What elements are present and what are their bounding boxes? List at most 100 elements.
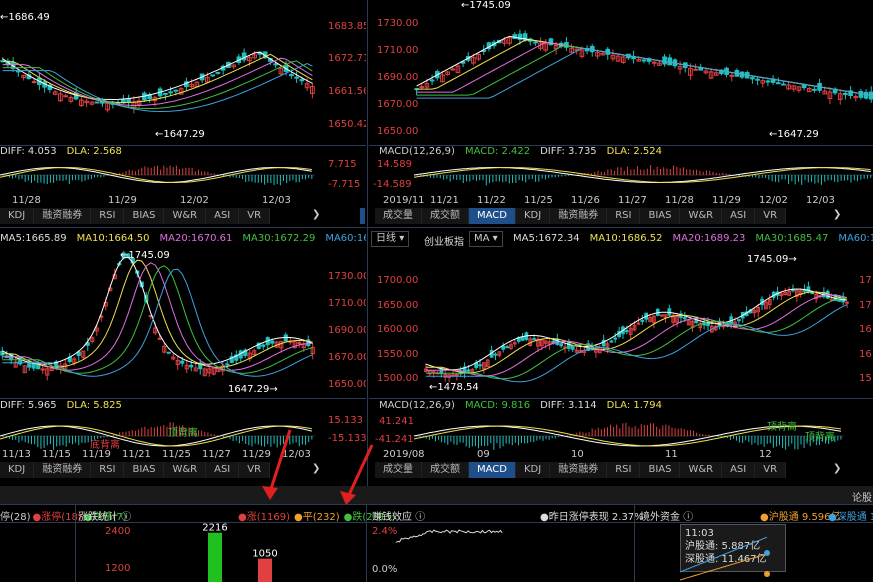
indicator-tab[interactable]: 融资融券 xyxy=(550,462,608,478)
indicator-tab[interactable]: ASI xyxy=(206,208,240,224)
indicator-tab[interactable]: RSI xyxy=(607,208,641,224)
indicator-tab[interactable]: KDJ xyxy=(0,208,35,224)
indicator-tab[interactable]: VR xyxy=(755,462,787,478)
indicator-tab[interactable]: ASI xyxy=(206,462,240,478)
y-tick: 1710.00 xyxy=(377,45,419,56)
chevron-right-icon[interactable]: ❯ xyxy=(312,209,320,220)
discuss-link[interactable]: 论股 xyxy=(852,489,872,504)
candle xyxy=(682,317,687,320)
chevron-down-icon: ▾ xyxy=(492,233,498,244)
indicator-tab[interactable]: BIAS xyxy=(640,208,681,224)
indicator-tab[interactable]: VR xyxy=(755,208,787,224)
candle xyxy=(94,101,100,104)
indicator-tabs-tr: 成交量 成交额 MACD KDJ 融资融券 RSI BIAS W&R ASI VR xyxy=(375,208,787,224)
indicator-tab[interactable]: 成交量 xyxy=(375,208,422,224)
scroll-handle[interactable] xyxy=(360,208,365,224)
chevron-right-icon[interactable]: ❯ xyxy=(312,463,320,474)
chevron-right-icon[interactable]: ❯ xyxy=(833,463,841,474)
zt-performance: ●昨日涨停表现 2.37% xyxy=(540,512,644,523)
chart-panel-top-left[interactable]: 1683.85 1672.71 1661.56 1650.42 ←1686.49… xyxy=(0,0,366,226)
ma-line xyxy=(425,288,848,371)
indicator-tab[interactable]: KDJ xyxy=(515,462,551,478)
pct-tick: 0.0% xyxy=(372,564,398,575)
indicator-tab[interactable]: VR xyxy=(239,208,271,224)
candle xyxy=(667,57,673,66)
chevron-right-icon[interactable]: ❯ xyxy=(833,209,841,220)
indicator-tab[interactable]: BIAS xyxy=(124,462,165,478)
candle xyxy=(729,74,735,77)
ma-line xyxy=(2,256,313,365)
x-tick: 11/13 xyxy=(2,449,31,460)
indicator-tab[interactable]: KDJ xyxy=(0,462,35,478)
indicator-tab[interactable]: RSI xyxy=(91,462,125,478)
ma-line xyxy=(2,51,313,101)
macd-tick: -14.589 xyxy=(373,179,412,190)
updown-stat: ●平(232) xyxy=(293,512,340,523)
candle xyxy=(559,343,564,347)
indicator-tab[interactable]: W&R xyxy=(680,462,723,478)
candle xyxy=(810,292,815,295)
high-label: 1745.09→ xyxy=(747,254,797,265)
indicator-tab[interactable]: BIAS xyxy=(640,462,681,478)
ma-legend-mr: MA5:1672.34 MA10:1686.52 MA20:1689.23 MA30:… xyxy=(513,233,873,244)
indicator-tab[interactable]: KDJ xyxy=(515,208,551,224)
macd-tick: 15.133 xyxy=(328,415,363,426)
candle xyxy=(454,373,459,376)
y-tick-right: 16 xyxy=(859,324,872,335)
y-tick: 1700.00 xyxy=(377,275,419,286)
low-label: ←1647.29 xyxy=(155,129,205,140)
x-tick: 11/25 xyxy=(162,449,191,460)
indicator-tab[interactable]: 成交额 xyxy=(422,208,469,224)
y-tick: 1500.00 xyxy=(377,373,419,384)
indicator-tabs-ml: KDJ 融资融券 RSI BIAS W&R ASI VR xyxy=(0,462,271,478)
candle-area-tl xyxy=(0,48,315,114)
candle xyxy=(299,79,305,82)
candle xyxy=(189,364,194,368)
candle xyxy=(659,314,664,317)
macd-tick: -7.715 xyxy=(328,179,361,190)
indicator-select[interactable]: MA ▾ xyxy=(469,231,503,247)
indicator-tab[interactable]: RSI xyxy=(607,462,641,478)
y-tick: 1650.00 xyxy=(328,379,366,390)
indicator-tab[interactable]: 融资融券 xyxy=(34,462,92,478)
chart-panel-mid-left[interactable]: MA5:1665.89 MA10:1664.50 MA20:1670.61 MA30:… xyxy=(0,228,366,483)
indicator-tab[interactable]: W&R xyxy=(164,208,207,224)
indicator-tab[interactable]: MACD xyxy=(469,462,516,478)
indicator-tab[interactable]: ASI xyxy=(722,462,756,478)
indicator-tab[interactable]: 成交量 xyxy=(375,462,422,478)
indicator-tab[interactable]: W&R xyxy=(164,462,207,478)
ma-value: MA60:1684.66 xyxy=(325,233,366,244)
candle xyxy=(775,82,781,85)
indicator-tab[interactable]: RSI xyxy=(91,208,125,224)
profit-line-chart xyxy=(395,529,503,543)
indicator-tab[interactable]: 融资融券 xyxy=(550,208,608,224)
chart-panel-mid-right[interactable]: 日线 ▾ 创业板指 MA ▾ MA5:1672.34 MA10:1686.52 MA… xyxy=(369,228,873,483)
indicator-tab[interactable]: W&R xyxy=(680,208,723,224)
profit-title: 赚钱效应 ⓘ xyxy=(372,512,426,523)
indicator-tab[interactable]: 融资融券 xyxy=(34,208,92,224)
candle xyxy=(241,52,247,61)
ma-value: MA20:1689.23 xyxy=(672,233,746,244)
sgt-legend: ●深股通 15. xyxy=(828,512,873,523)
chart-panel-top-right[interactable]: 1730.00 1710.00 1690.00 1670.00 1650.00 … xyxy=(369,0,873,226)
macd-value: MACD(12,26,9) xyxy=(379,400,455,411)
macd-area-tl xyxy=(0,165,315,186)
candle xyxy=(651,61,657,64)
x-tick: 11/26 xyxy=(571,195,600,206)
indicator-tab[interactable]: 成交额 xyxy=(422,462,469,478)
indicator-tab[interactable]: BIAS xyxy=(124,208,165,224)
candle xyxy=(609,340,614,343)
red-arrow-2 xyxy=(340,444,374,505)
ma-value: MA10:1686.52 xyxy=(589,233,663,244)
x-tick: 11/21 xyxy=(430,195,459,206)
candle xyxy=(843,92,848,96)
indicator-tab[interactable]: MACD xyxy=(469,208,516,224)
x-tick: 11/29 xyxy=(108,195,137,206)
sgt-dot xyxy=(764,550,770,556)
candle xyxy=(289,74,294,77)
updown-bar xyxy=(258,558,272,582)
indicator-tab[interactable]: ASI xyxy=(722,208,756,224)
x-tick: 11/25 xyxy=(524,195,553,206)
period-select[interactable]: 日线 ▾ xyxy=(371,231,410,247)
y-tick: 1730.00 xyxy=(377,18,419,29)
